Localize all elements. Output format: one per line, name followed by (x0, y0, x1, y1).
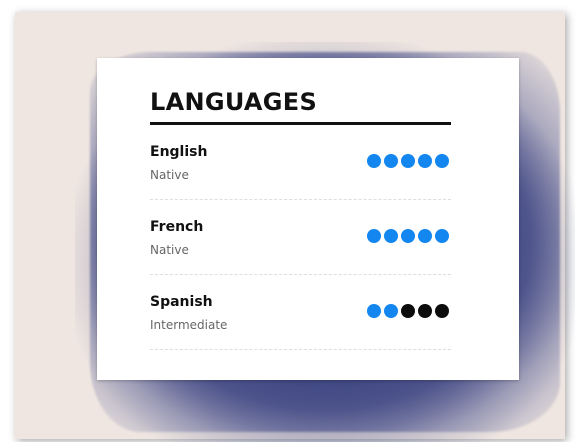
proficiency-dots (367, 304, 449, 318)
section-title: LANGUAGES (150, 88, 318, 116)
item-divider (150, 349, 451, 350)
language-name: Spanish (150, 294, 213, 310)
rating-dot-filled (367, 154, 381, 168)
rating-dot-filled (435, 229, 449, 243)
language-item: French Native (150, 219, 451, 295)
language-level: Native (150, 243, 189, 257)
title-underline (150, 122, 451, 125)
language-level: Native (150, 168, 189, 182)
rating-dot-filled (367, 229, 381, 243)
rating-dot-filled (401, 229, 415, 243)
rating-dot-filled (435, 154, 449, 168)
language-name: French (150, 219, 204, 235)
rating-dot-filled (401, 154, 415, 168)
language-name: English (150, 144, 208, 160)
rating-dot-filled (367, 304, 381, 318)
rating-dot-empty (435, 304, 449, 318)
proficiency-dots (367, 229, 449, 243)
rating-dot-filled (418, 229, 432, 243)
screenshot-frame: LANGUAGES English Native French Native S… (0, 0, 576, 442)
rating-dot-filled (384, 229, 398, 243)
proficiency-dots (367, 154, 449, 168)
rating-dot-empty (418, 304, 432, 318)
rating-dot-filled (418, 154, 432, 168)
item-divider (150, 274, 451, 275)
language-item: English Native (150, 144, 451, 220)
languages-card: LANGUAGES English Native French Native S… (97, 58, 519, 380)
paper-background: LANGUAGES English Native French Native S… (15, 12, 575, 442)
item-divider (150, 199, 451, 200)
language-item: Spanish Intermediate (150, 294, 451, 370)
rating-dot-filled (384, 304, 398, 318)
rating-dot-empty (401, 304, 415, 318)
rating-dot-filled (384, 154, 398, 168)
language-level: Intermediate (150, 318, 228, 332)
